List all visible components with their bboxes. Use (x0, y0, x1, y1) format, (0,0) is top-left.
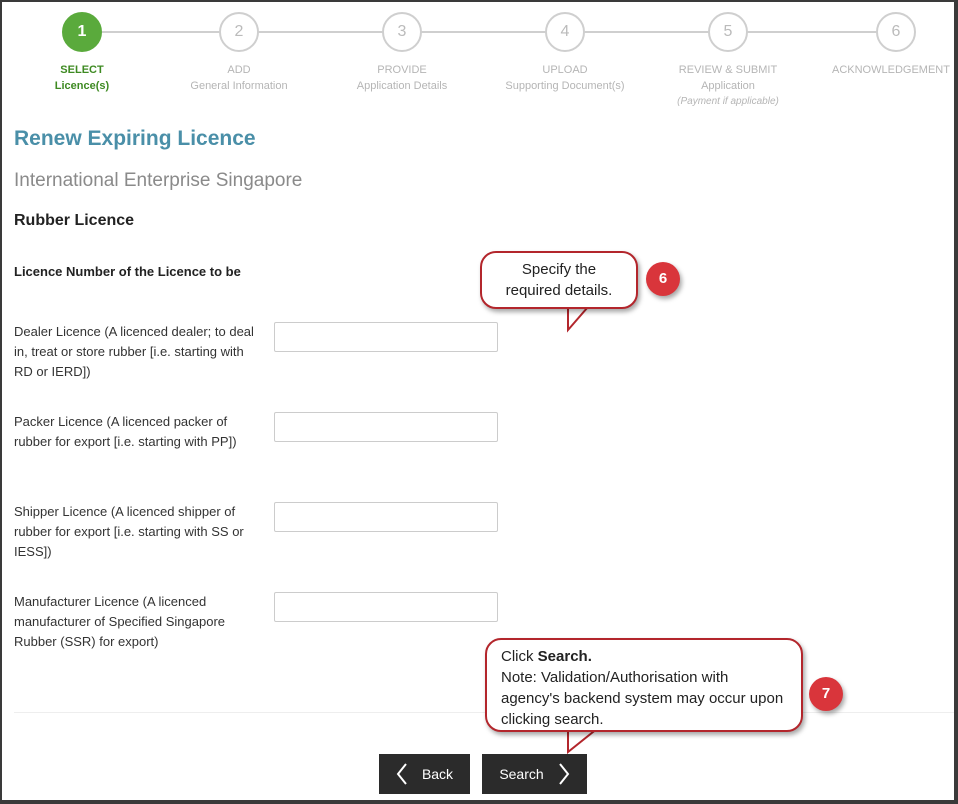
step-4-title: UPLOAD (542, 64, 588, 76)
callout-7-bold: Search. (537, 648, 592, 665)
licence-type-heading: Rubber Licence (14, 212, 135, 229)
step-2-title: ADD (227, 64, 251, 76)
step-1[interactable]: 1 SELECT Licence(s) (2, 12, 162, 94)
chevron-left-icon (396, 762, 408, 786)
callout-7-note: Note: Validation/Authorisation with agen… (501, 669, 784, 728)
callout-7-badge: 7 (809, 677, 843, 711)
manufacturer-licence-label: Manufacturer Licence (A licenced manufac… (14, 594, 226, 649)
step-1-circle: 1 (62, 12, 102, 52)
dealer-licence-input[interactable] (274, 322, 498, 352)
step-2-subtitle: General Information (190, 80, 288, 92)
packer-licence-label: Packer Licence (A licenced packer of rub… (14, 414, 237, 449)
progress-stepper: 1 SELECT Licence(s) 2 ADD General Inform… (0, 0, 958, 115)
callout-7-line1: Click Search. (501, 646, 787, 667)
callout-6-badge: 6 (646, 262, 680, 296)
step-6: 6 ACKNOWLEDGEMENT (796, 12, 958, 78)
step-1-subtitle: Licence(s) (54, 80, 110, 92)
step-4-circle: 4 (545, 12, 585, 52)
chevron-right-icon (558, 762, 570, 786)
callout-7-bubble: Click Search. Note: Validation/Authorisa… (485, 638, 803, 732)
step-4: 4 UPLOAD Supporting Document(s) (485, 12, 645, 94)
page-title: Renew Expiring Licence (14, 127, 256, 150)
step-3: 3 PROVIDE Application Details (322, 12, 482, 94)
licence-number-section-label: Licence Number of the Licence to be (14, 264, 241, 279)
step-5-title: REVIEW & SUBMIT (678, 64, 778, 76)
search-button-label: Search (499, 766, 544, 782)
step-6-title: ACKNOWLEDGEMENT (832, 64, 950, 76)
packer-licence-input[interactable] (274, 412, 498, 442)
dealer-licence-label: Dealer Licence (A licenced dealer; to de… (14, 324, 254, 379)
callout-7-prefix: Click (501, 648, 538, 665)
step-5: 5 REVIEW & SUBMIT Application (Payment i… (648, 12, 808, 110)
form-divider (14, 712, 954, 713)
step-2-circle: 2 (219, 12, 259, 52)
shipper-licence-label: Shipper Licence (A licenced shipper of r… (14, 504, 244, 559)
step-3-circle: 3 (382, 12, 422, 52)
manufacturer-licence-input[interactable] (274, 592, 498, 622)
step-3-subtitle: Application Details (356, 80, 448, 92)
back-button[interactable]: Back (379, 754, 470, 794)
agency-name: International Enterprise Singapore (14, 170, 303, 191)
step-5-note: (Payment if applicable) (677, 96, 779, 107)
step-1-title: SELECT (60, 64, 104, 76)
step-5-circle: 5 (708, 12, 748, 52)
callout-6-bubble: Specify the required details. (480, 251, 638, 309)
back-button-label: Back (421, 766, 454, 782)
step-6-circle: 6 (876, 12, 916, 52)
search-button[interactable]: Search (482, 754, 587, 794)
step-4-subtitle: Supporting Document(s) (505, 80, 625, 92)
shipper-licence-input[interactable] (274, 502, 498, 532)
step-5-subtitle: Application (701, 80, 755, 92)
callout-6-text: Specify the required details. (505, 261, 613, 299)
step-2: 2 ADD General Information (159, 12, 319, 94)
step-3-title: PROVIDE (377, 64, 427, 76)
